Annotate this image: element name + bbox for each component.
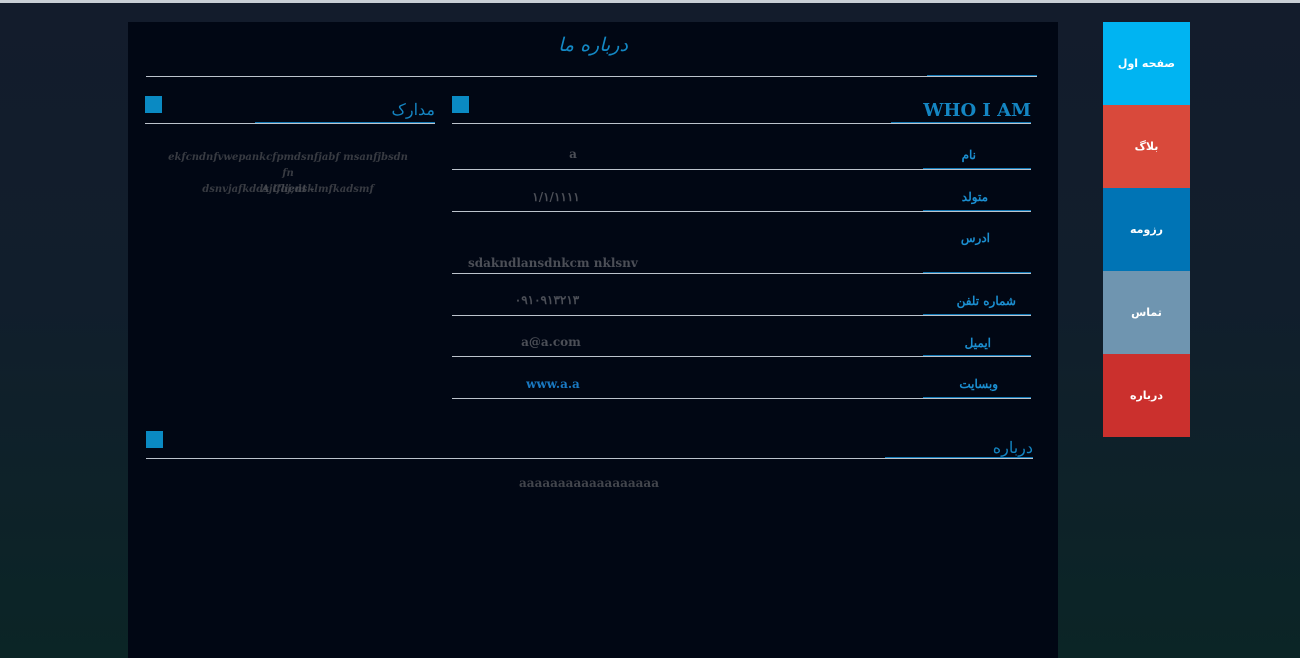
about-title: درباره [992, 438, 1033, 457]
browser-top-border [0, 0, 1300, 3]
who-title: WHO I AM [923, 100, 1031, 121]
main-panel: درباره ما مدارک ekfcndnfvwepankcfpmdsnfj… [128, 22, 1058, 658]
field-address-label: ادرس [960, 231, 990, 245]
field-birth-value: ۱/۱/۱۱۱۱ [532, 190, 580, 204]
field-phone-value: ۰۹۱۰۹۱۳۲۱۳ [514, 293, 580, 307]
about-square-icon [146, 431, 163, 448]
field-divider [452, 168, 1031, 170]
nav-resume[interactable]: رزومه [1103, 188, 1190, 271]
field-divider [452, 314, 1031, 316]
who-square-icon [452, 96, 469, 113]
field-divider [452, 397, 1031, 399]
nav-contact[interactable]: تماس [1103, 271, 1190, 354]
nav-blog[interactable]: بلاگ [1103, 105, 1190, 188]
field-divider [452, 272, 1031, 274]
certificates-title: مدارک [391, 100, 435, 119]
certificate-line-1: ekfcndnfvwepankcfpmdsnfjabf msanfjbsdn f… [168, 152, 408, 179]
who-divider [452, 122, 1031, 124]
nav-home[interactable]: صفحه اول [1103, 22, 1190, 105]
field-website-label: وبسایت [959, 377, 998, 391]
certificates-divider [145, 122, 435, 124]
side-nav: صفحه اول بلاگ رزومه تماس درباره [1103, 22, 1190, 437]
field-address-value: sdakndlansdnkcm nklsnv [468, 256, 638, 270]
field-divider [452, 210, 1031, 212]
field-name-label: نام [961, 148, 976, 162]
field-email-label: ایمیل [964, 336, 991, 350]
certificate-author: A Client - [261, 184, 315, 195]
field-email-value: a@a.com [521, 335, 581, 349]
title-divider [146, 75, 1037, 77]
field-divider [452, 355, 1031, 357]
page-title: درباره ما [558, 34, 628, 56]
about-text: aaaaaaaaaaaaaaaaaa [519, 476, 659, 490]
about-divider [146, 457, 1033, 459]
certificates-square-icon [145, 96, 162, 113]
website-link[interactable]: www.a.a [473, 377, 633, 391]
nav-about[interactable]: درباره [1103, 354, 1190, 437]
field-phone-label: شماره تلفن [956, 294, 1016, 308]
field-name-value: a [569, 147, 577, 161]
field-birth-label: متولد [961, 190, 988, 204]
